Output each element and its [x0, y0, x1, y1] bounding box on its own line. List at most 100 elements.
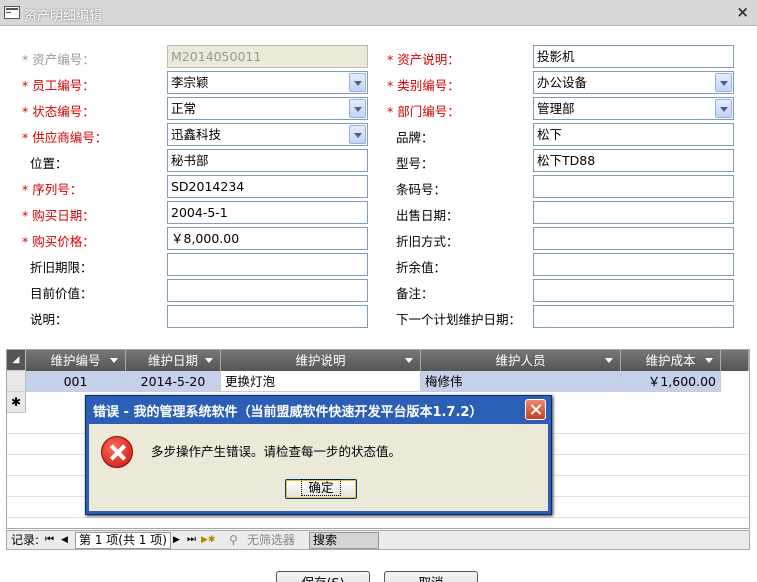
- dialog-close-icon[interactable]: [525, 399, 546, 420]
- grid-header-label: 维护编号: [50, 353, 101, 368]
- window-titlebar: 资产明细编辑 ×: [0, 0, 757, 26]
- chevron-down-icon[interactable]: [349, 99, 366, 118]
- table-cell[interactable]: 001: [26, 371, 126, 392]
- right-field-value-2: 管理部: [537, 101, 575, 116]
- right-field-input-7[interactable]: [533, 227, 734, 250]
- left-field-value-4: 秘书部: [171, 153, 209, 168]
- grid-header-label: 维护人员: [495, 353, 546, 368]
- left-field-label-1: * 员工编号：: [22, 78, 95, 93]
- form-icon: [4, 6, 20, 19]
- left-field-input-10[interactable]: [167, 305, 368, 328]
- grid-header-label: 维护说明: [295, 353, 346, 368]
- left-field-input-0: M2014050011: [167, 45, 368, 68]
- left-field-value-0: M2014050011: [171, 49, 262, 64]
- nav-new-icon[interactable]: ▶✱: [201, 531, 215, 549]
- right-field-label-0: * 资产说明：: [387, 52, 460, 67]
- grid-header-2[interactable]: 维护说明: [221, 350, 421, 371]
- right-field-label-3: 品牌：: [396, 130, 434, 145]
- right-field-value-1: 办公设备: [537, 75, 588, 90]
- nav-first-icon[interactable]: ⏮: [45, 531, 54, 549]
- filter-status[interactable]: 无筛选器: [247, 531, 295, 549]
- grid-header-3[interactable]: 维护人员: [421, 350, 621, 371]
- right-field-value-0: 投影机: [537, 49, 575, 64]
- table-row[interactable]: 001 2014-5-20 更换灯泡 梅修伟 ￥1,600.00: [7, 371, 749, 392]
- chevron-down-icon[interactable]: [349, 73, 366, 92]
- sort-dropdown-icon[interactable]: [404, 356, 416, 366]
- grid-header-1[interactable]: 维护日期: [126, 350, 221, 371]
- dialog-body: 多步操作产生错误。请检查每一步的状态值。 确定: [89, 424, 548, 511]
- right-field-label-9: 备注：: [396, 286, 434, 301]
- left-field-input-3[interactable]: 迅鑫科技: [167, 123, 368, 146]
- table-cell[interactable]: 梅修伟: [421, 371, 621, 392]
- right-field-label-6: 出售日期：: [396, 208, 459, 223]
- left-field-label-7: * 购买价格：: [22, 234, 95, 249]
- row-selector[interactable]: [7, 371, 26, 392]
- left-field-value-2: 正常: [171, 101, 197, 116]
- record-navigator: 记录: ⏮ ◀ 第 1 项(共 1 项) ▶ ⏭ ▶✱ ⚲ 无筛选器 搜索: [6, 530, 750, 550]
- cancel-button[interactable]: 取消: [384, 571, 478, 582]
- nav-label: 记录:: [11, 533, 40, 547]
- grid-header-4[interactable]: 维护成本: [621, 350, 721, 371]
- left-field-label-4: 位置：: [30, 156, 68, 171]
- left-field-input-1[interactable]: 李宗颖: [167, 71, 368, 94]
- left-field-label-8: 折旧期限：: [30, 260, 93, 275]
- nav-position-input[interactable]: 第 1 项(共 1 项): [75, 532, 171, 549]
- sort-dropdown-icon[interactable]: [604, 356, 616, 366]
- grid-header-label: 维护日期: [147, 353, 198, 368]
- table-cell[interactable]: 更换灯泡: [221, 371, 421, 392]
- chevron-down-icon[interactable]: [715, 99, 732, 118]
- sort-dropdown-icon[interactable]: [204, 356, 216, 366]
- window-title: 资产明细编辑: [24, 9, 103, 24]
- left-field-input-8[interactable]: [167, 253, 368, 276]
- left-field-value-6: 2004-5-1: [171, 205, 228, 220]
- left-field-input-2[interactable]: 正常: [167, 97, 368, 120]
- save-button[interactable]: 保存(S): [276, 571, 370, 582]
- left-field-value-1: 李宗颖: [171, 75, 209, 90]
- right-field-input-5[interactable]: [533, 175, 734, 198]
- right-field-input-8[interactable]: [533, 253, 734, 276]
- close-icon[interactable]: ×: [736, 3, 749, 21]
- chevron-down-icon[interactable]: [349, 125, 366, 144]
- right-field-label-7: 折旧方式：: [396, 234, 459, 249]
- left-field-input-4[interactable]: 秘书部: [167, 149, 368, 172]
- right-field-label-10: 下一个计划维护日期：: [396, 312, 522, 327]
- nav-next-icon[interactable]: ▶: [173, 531, 180, 549]
- right-field-input-4[interactable]: 松下TD88: [533, 149, 734, 172]
- left-field-value-5: SD2014234: [171, 179, 245, 194]
- dialog-title: 错误 - 我的管理系统软件（当前盟威软件快速开发平台版本1.7.2）: [93, 405, 483, 420]
- new-record-row-icon[interactable]: ✱: [7, 392, 26, 413]
- left-field-label-0: * 资产编号：: [22, 52, 95, 67]
- right-field-input-2[interactable]: 管理部: [533, 97, 734, 120]
- grid-header-filler: [721, 350, 749, 371]
- chevron-down-icon[interactable]: [715, 73, 732, 92]
- ok-button[interactable]: 确定: [285, 479, 357, 499]
- search-input[interactable]: 搜索: [309, 532, 379, 549]
- grid-select-all[interactable]: ◢: [7, 350, 26, 371]
- left-field-label-9: 目前价值：: [30, 286, 93, 301]
- right-field-input-3[interactable]: 松下: [533, 123, 734, 146]
- grid-header-0[interactable]: 维护编号: [26, 350, 126, 371]
- grid-header-label: 维护成本: [645, 353, 696, 368]
- right-field-input-0[interactable]: 投影机: [533, 45, 734, 68]
- table-cell[interactable]: ￥1,600.00: [621, 371, 721, 392]
- sort-dropdown-icon[interactable]: [109, 356, 121, 366]
- right-field-input-9[interactable]: [533, 279, 734, 302]
- right-field-input-1[interactable]: 办公设备: [533, 71, 734, 94]
- right-field-input-10[interactable]: [533, 305, 734, 328]
- right-field-label-4: 型号：: [396, 156, 434, 171]
- left-field-input-6[interactable]: 2004-5-1: [167, 201, 368, 224]
- left-field-input-9[interactable]: [167, 279, 368, 302]
- dialog-message: 多步操作产生错误。请检查每一步的状态值。: [151, 444, 402, 459]
- left-field-label-10: 说明：: [30, 312, 68, 327]
- filter-icon[interactable]: ⚲: [229, 531, 238, 549]
- right-field-label-5: 条码号：: [396, 182, 447, 197]
- left-field-input-5[interactable]: SD2014234: [167, 175, 368, 198]
- sort-dropdown-icon[interactable]: [704, 356, 716, 366]
- right-field-label-2: * 部门编号：: [387, 104, 460, 119]
- left-field-label-6: * 购买日期：: [22, 208, 95, 223]
- right-field-input-6[interactable]: [533, 201, 734, 224]
- table-cell[interactable]: 2014-5-20: [126, 371, 221, 392]
- nav-prev-icon[interactable]: ◀: [61, 531, 68, 549]
- nav-last-icon[interactable]: ⏭: [187, 531, 196, 549]
- left-field-input-7[interactable]: ￥8,000.00: [167, 227, 368, 250]
